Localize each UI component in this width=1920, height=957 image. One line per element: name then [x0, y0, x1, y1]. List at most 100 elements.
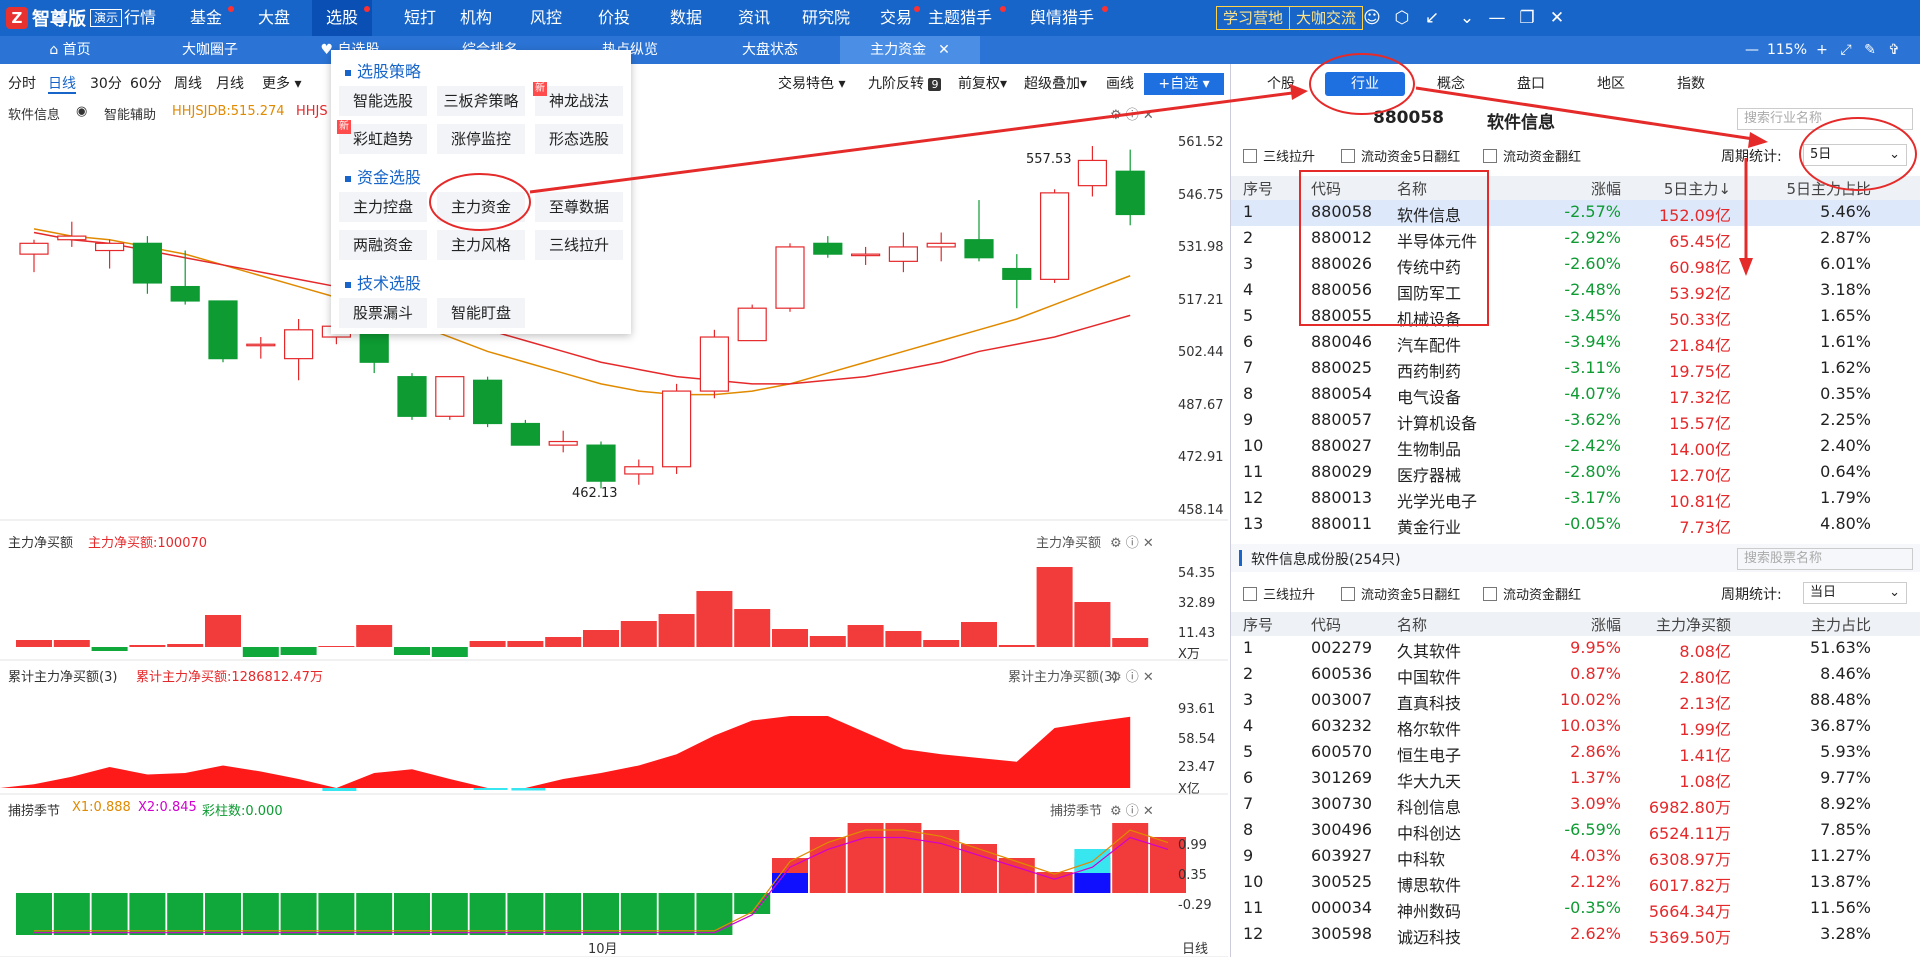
- shrink-icon[interactable]: ↙: [1420, 6, 1444, 30]
- table-row[interactable]: 8 880054 电气设备 -4.07% 17.32亿 0.35%: [1231, 382, 1920, 408]
- nine-reversal-button[interactable]: 九阶反转 9: [868, 74, 942, 94]
- nav-item[interactable]: 资讯: [724, 0, 784, 36]
- expert-chat-button[interactable]: 大咖交流: [1289, 6, 1364, 30]
- table-row[interactable]: 7 300730 科创信息 3.09% 6982.80万 8.92%: [1231, 792, 1920, 818]
- stock-search-input[interactable]: 搜索股票名称: [1737, 548, 1913, 570]
- column-header[interactable]: 5日主力占比: [1741, 178, 1871, 199]
- user-icon[interactable]: ☺: [1360, 6, 1384, 30]
- restore-icon[interactable]: ❐: [1515, 6, 1539, 30]
- menu-three-line[interactable]: 三线拉升: [535, 230, 623, 260]
- period-30min[interactable]: 30分: [90, 74, 122, 94]
- period-more[interactable]: 更多 ▾: [262, 74, 301, 94]
- chevron-down-icon[interactable]: ⌄: [1455, 6, 1479, 30]
- column-header[interactable]: 序号: [1243, 178, 1273, 199]
- trade-feature-dropdown[interactable]: 交易特色 ▾: [778, 74, 845, 94]
- column-header[interactable]: 主力净买额: [1621, 614, 1731, 635]
- period-select-2[interactable]: 当日 ⌄: [1803, 582, 1907, 604]
- table-row[interactable]: 7 880025 西药制药 -3.11% 19.75亿 1.62%: [1231, 356, 1920, 382]
- column-header[interactable]: 涨幅: [1531, 178, 1621, 199]
- period-select-1[interactable]: 5日 ⌄: [1803, 144, 1907, 166]
- menu-supreme-data[interactable]: 至尊数据: [535, 192, 623, 222]
- table-row[interactable]: 9 603927 中科软 4.03% 6308.97万 11.27%: [1231, 844, 1920, 870]
- pen-icon[interactable]: ✎: [1860, 36, 1880, 64]
- menu-smart-pick[interactable]: 智能选股: [339, 86, 427, 116]
- table-row[interactable]: 11 000034 神州数码 -0.35% 5664.34万 11.56%: [1231, 896, 1920, 922]
- table-row[interactable]: 2 600536 中国软件 0.87% 2.80亿 8.46%: [1231, 662, 1920, 688]
- menu-rainbow[interactable]: 新彩虹趋势: [337, 120, 427, 154]
- close-icon[interactable]: ✕: [1545, 6, 1569, 30]
- table-row[interactable]: 5 600570 恒生电子 2.86% 1.41亿 5.93%: [1231, 740, 1920, 766]
- column-header[interactable]: 涨幅: [1531, 614, 1621, 635]
- tab-home[interactable]: ⌂ 首页: [0, 36, 140, 64]
- chart-tools-icons[interactable]: ⚙ ⓘ ✕: [1110, 104, 1154, 123]
- column-header[interactable]: 主力占比: [1741, 614, 1871, 635]
- settings-icon[interactable]: ⬡: [1390, 6, 1414, 30]
- panel3-tools-icons[interactable]: ⚙ ⓘ ✕: [1110, 800, 1154, 819]
- draw-line-button[interactable]: 画线: [1106, 74, 1134, 94]
- table-row[interactable]: 12 880013 光学光电子 -3.17% 10.81亿 1.79%: [1231, 486, 1920, 512]
- table-row[interactable]: 10 880027 生物制品 -2.42% 14.00亿 2.40%: [1231, 434, 1920, 460]
- nav-item[interactable]: 机构: [446, 0, 506, 36]
- nav-item[interactable]: 大盘: [244, 0, 304, 36]
- table-row[interactable]: 6 301269 华大九天 1.37% 1.08亿 9.77%: [1231, 766, 1920, 792]
- pin-icon[interactable]: ✞: [1884, 36, 1904, 64]
- tab-industry[interactable]: 行业: [1325, 72, 1405, 96]
- menu-main-funds[interactable]: 主力资金: [437, 192, 525, 222]
- nav-item[interactable]: 短打: [396, 0, 444, 36]
- nav-item[interactable]: 主题猎手: [912, 0, 1008, 36]
- column-header[interactable]: 序号: [1243, 614, 1273, 635]
- tab-concept[interactable]: 概念: [1421, 72, 1481, 96]
- chk-three-line[interactable]: 三线拉升: [1243, 146, 1315, 165]
- tab-main-funds[interactable]: 主力资金 ✕: [840, 36, 980, 64]
- table-row[interactable]: 11 880029 医疗器械 -2.80% 12.70亿 0.64%: [1231, 460, 1920, 486]
- overlay-dropdown[interactable]: 超级叠加▾: [1024, 74, 1087, 94]
- period-60min[interactable]: 60分: [130, 74, 162, 94]
- chk-flow[interactable]: 流动资金翻红: [1483, 146, 1581, 165]
- menu-pattern[interactable]: 形态选股: [535, 124, 623, 154]
- zoom-out-icon[interactable]: —: [1740, 36, 1764, 64]
- table-row[interactable]: 9 880057 计算机设备 -3.62% 15.57亿 2.25%: [1231, 408, 1920, 434]
- menu-three-axe[interactable]: 三板斧策略: [437, 86, 525, 116]
- expand-icon[interactable]: ⤢: [1836, 36, 1856, 64]
- chk-flow5-2[interactable]: 流动资金5日翻红: [1341, 584, 1460, 603]
- nav-item[interactable]: 基金: [176, 0, 236, 36]
- tab-index[interactable]: 指数: [1661, 72, 1721, 96]
- nav-item[interactable]: 价投: [584, 0, 644, 36]
- minimize-icon[interactable]: —: [1485, 6, 1509, 30]
- nav-item[interactable]: 数据: [656, 0, 716, 36]
- panel2-tools-icons[interactable]: ⚙ ⓘ ✕: [1110, 666, 1154, 685]
- nav-item[interactable]: 研究院: [791, 0, 861, 36]
- chk-flow5[interactable]: 流动资金5日翻红: [1341, 146, 1460, 165]
- add-watchlist-button[interactable]: +自选 ▾: [1144, 73, 1224, 95]
- menu-margin[interactable]: 两融资金: [339, 230, 427, 260]
- menu-main-style[interactable]: 主力风格: [437, 230, 525, 260]
- tab-market-state[interactable]: 大盘状态: [700, 36, 840, 64]
- period-monthly[interactable]: 月线: [216, 74, 244, 94]
- column-header[interactable]: 代码: [1311, 614, 1401, 635]
- tab-stock[interactable]: 个股: [1255, 72, 1307, 96]
- panel1-tools-icons[interactable]: ⚙ ⓘ ✕: [1110, 532, 1154, 551]
- study-camp-button[interactable]: 学习营地: [1216, 6, 1291, 30]
- tab-handicap[interactable]: 盘口: [1501, 72, 1561, 96]
- table-row[interactable]: 12 300598 诚迈科技 2.62% 5369.50万 3.28%: [1231, 922, 1920, 948]
- nav-item[interactable]: 行情: [110, 0, 170, 36]
- table-row[interactable]: 10 300525 博思软件 2.12% 6017.82万 13.87%: [1231, 870, 1920, 896]
- table-row[interactable]: 8 300496 中科创达 -6.59% 6524.11万 7.85%: [1231, 818, 1920, 844]
- table-row[interactable]: 3 003007 直真科技 10.02% 2.13亿 88.48%: [1231, 688, 1920, 714]
- period-intraday[interactable]: 分时: [8, 74, 36, 94]
- tab-region[interactable]: 地区: [1581, 72, 1641, 96]
- industry-search-input[interactable]: 搜索行业名称: [1737, 108, 1913, 130]
- chk-three-line-2[interactable]: 三线拉升: [1243, 584, 1315, 603]
- adjust-dropdown[interactable]: 前复权▾: [958, 74, 1007, 94]
- menu-dragon[interactable]: 新神龙战法: [533, 82, 623, 116]
- period-weekly[interactable]: 周线: [174, 74, 202, 94]
- tab-close-icon[interactable]: ✕: [938, 42, 950, 58]
- chk-flow-2[interactable]: 流动资金翻红: [1483, 584, 1581, 603]
- menu-limit-up[interactable]: 涨停监控: [437, 124, 525, 154]
- table-row[interactable]: 1 002279 久其软件 9.95% 8.08亿 51.63%: [1231, 636, 1920, 662]
- nav-item[interactable]: 选股: [312, 0, 372, 36]
- table-row[interactable]: 4 603232 格尔软件 10.03% 1.99亿 36.87%: [1231, 714, 1920, 740]
- table-row[interactable]: 13 880011 黄金行业 -0.05% 7.73亿 4.80%: [1231, 512, 1920, 538]
- period-daily[interactable]: 日线: [48, 74, 76, 94]
- menu-smart-watch[interactable]: 智能盯盘: [437, 298, 525, 328]
